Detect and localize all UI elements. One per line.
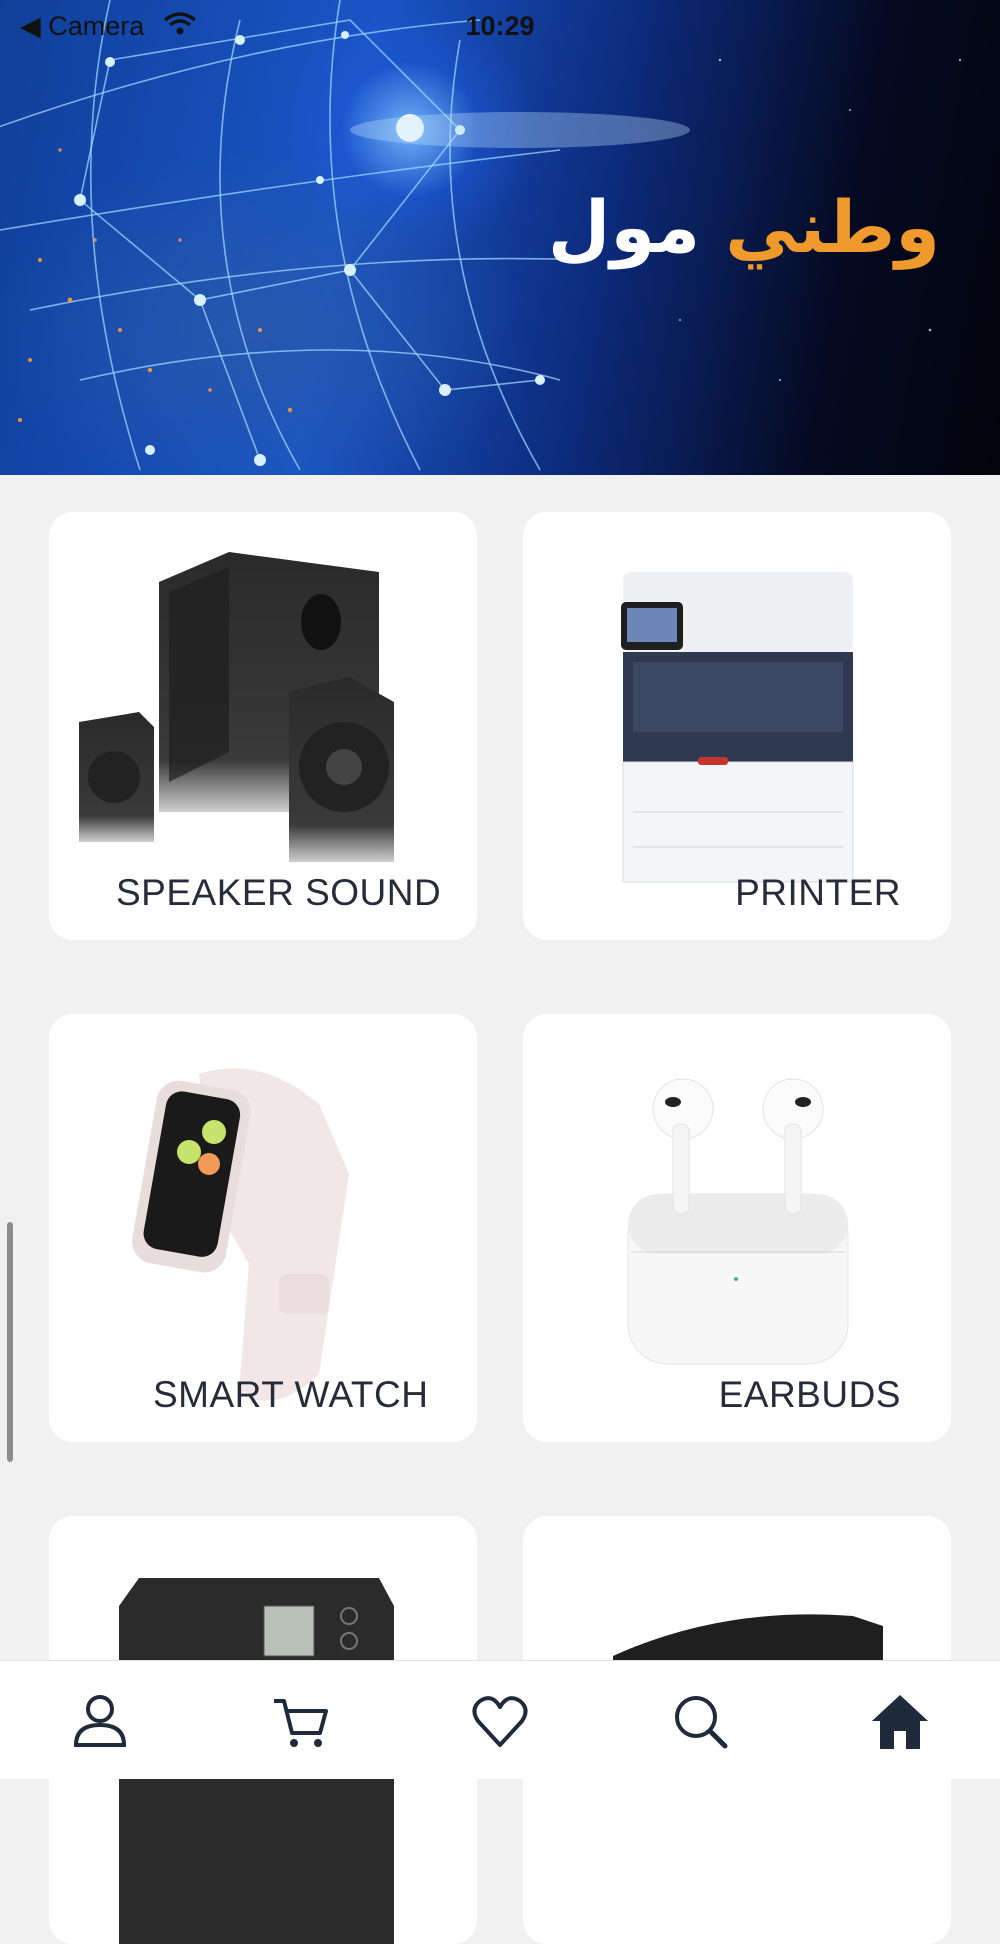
nav-cart[interactable] <box>270 1691 330 1751</box>
category-card-printer[interactable]: PRINTER <box>523 512 951 940</box>
nav-favorites[interactable] <box>470 1691 530 1751</box>
brand-logo-part1: وطني <box>725 185 940 269</box>
status-bar: ◀ Camera 10:29 <box>0 6 1000 46</box>
scroll-indicator[interactable] <box>7 1222 13 1462</box>
category-label: SMART WATCH <box>153 1374 429 1415</box>
nav-home[interactable] <box>870 1691 930 1751</box>
category-card-speaker-sound[interactable]: SPEAKER SOUND <box>49 512 477 940</box>
bottom-navigation <box>0 1660 1000 1779</box>
hero-banner: ◀ Camera 10:29 وطني مول <box>0 0 1000 475</box>
category-label: EARBUDS <box>718 1374 901 1415</box>
profile-icon <box>73 1695 127 1747</box>
category-card-earbuds[interactable]: EARBUDS <box>523 1014 951 1442</box>
category-card-smart-watch[interactable]: SMART WATCH <box>49 1014 477 1442</box>
cart-icon <box>274 1699 328 1747</box>
heart-icon <box>472 1696 528 1747</box>
status-time: 10:29 <box>465 11 535 41</box>
nav-search[interactable] <box>670 1691 730 1751</box>
category-label: SPEAKER SOUND <box>116 872 442 913</box>
brand-logo-part2: مول <box>547 185 701 269</box>
brand-logo: وطني مول <box>548 185 940 269</box>
home-icon <box>872 1695 928 1749</box>
category-label: PRINTER <box>735 872 901 913</box>
nav-profile[interactable] <box>70 1691 130 1751</box>
search-icon <box>675 1696 728 1749</box>
